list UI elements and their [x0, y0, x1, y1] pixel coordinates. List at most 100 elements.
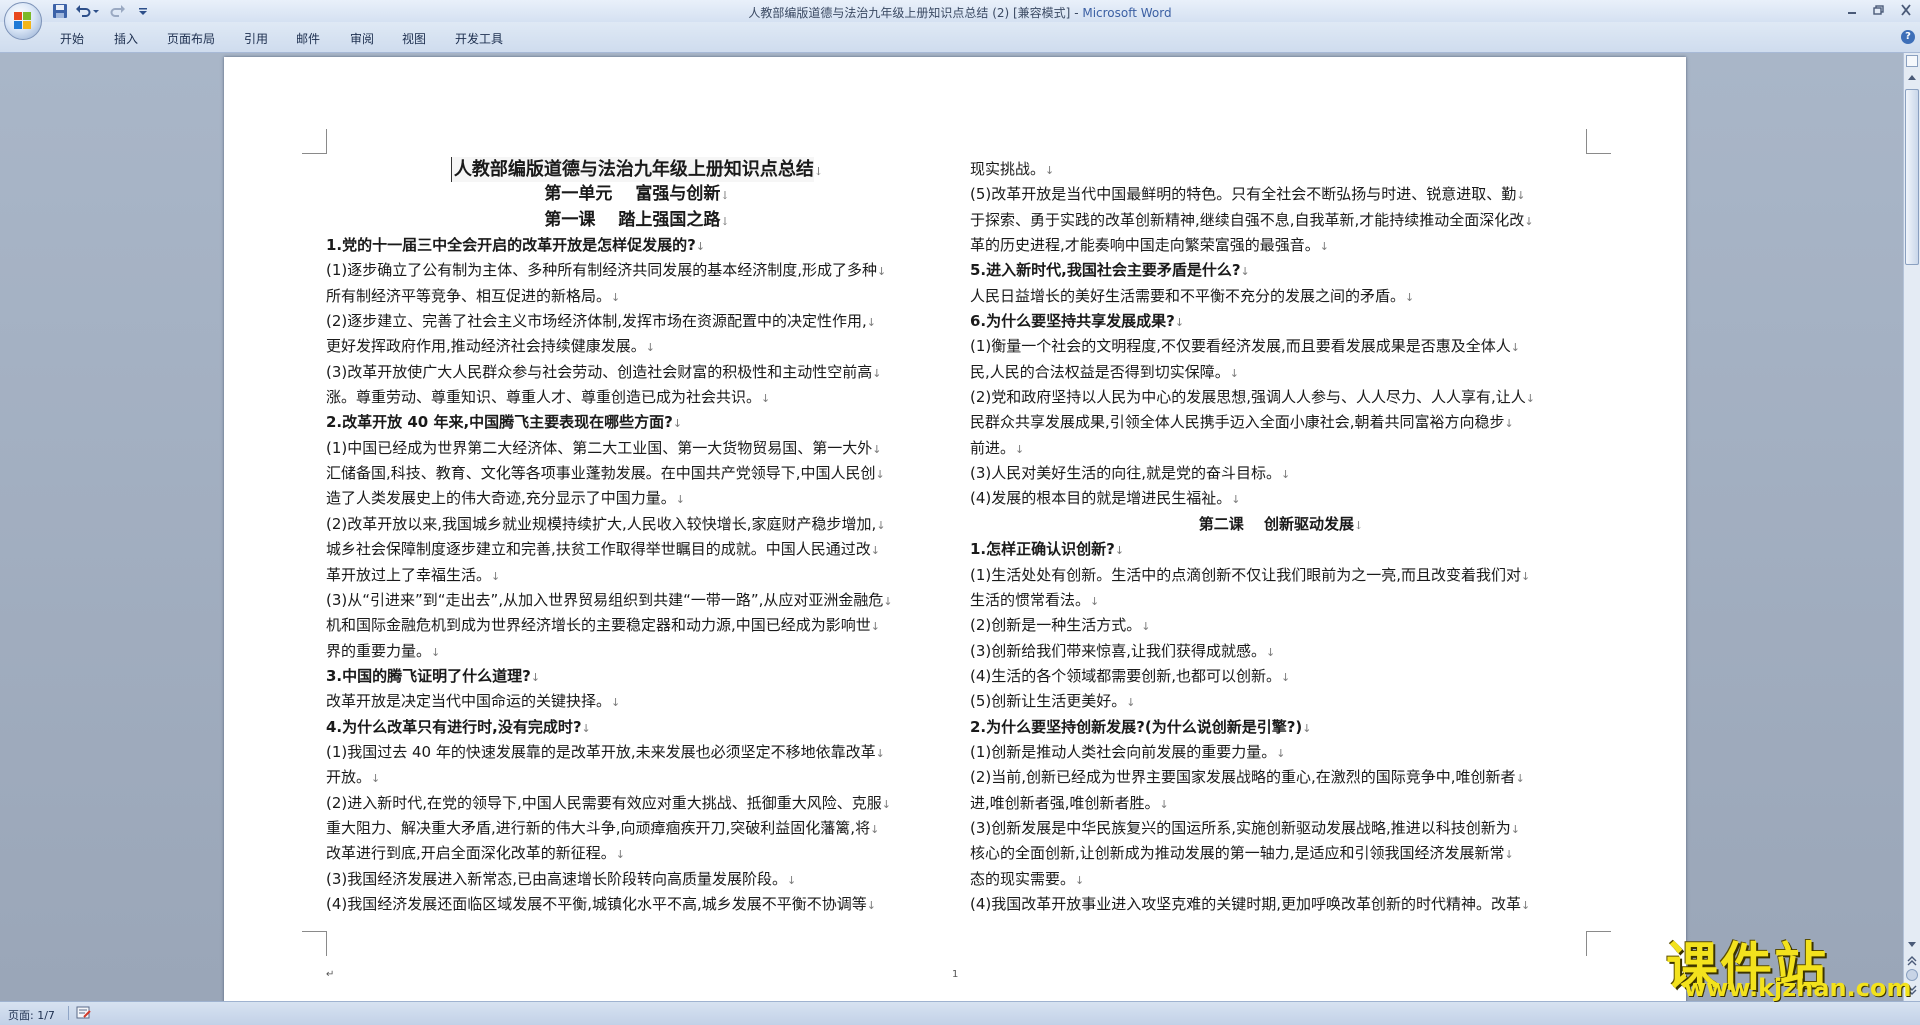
paragraph-mark: ↓: [870, 544, 880, 558]
line-text: (3)创新给我们带来惊喜,让我们获得成就感。: [970, 641, 1267, 660]
margin-corner-bottom-right: [1586, 931, 1611, 956]
question-heading: 5.进入新时代,我国社会主要矛盾是什么?↓: [970, 258, 1592, 283]
paragraph-mark: ↓: [1319, 240, 1329, 254]
line-text: (2)党和政府坚持以人民为中心的发展思想,强调人人参与、人人尽力、人人享有,让人: [970, 388, 1526, 407]
paragraph-mark: ↓: [431, 645, 441, 659]
line-text: 第二课 创新驱动发展: [1198, 514, 1354, 533]
lesson-heading-text: 第一课 踏上强国之路: [544, 209, 721, 230]
text-line: (1)创新是推动人类社会向前发展的重要力量。↓: [970, 740, 1592, 765]
help-icon[interactable]: ?: [1901, 30, 1915, 44]
line-text: 民群众共享发展成果,引领全体人民携手迈入全面小康社会,朝着共同富裕方向稳步: [970, 413, 1505, 432]
restore-button[interactable]: [1868, 2, 1890, 18]
line-text: 1.怎样正确认识创新?: [970, 540, 1115, 559]
line-text: (1)逐步确立了公有制为主体、多种所有制经济共同发展的基本经济制度,形成了多种: [326, 261, 878, 280]
text-column-left[interactable]: 人教部编版道德与法治九年级上册知识点总结↓ 第一单元 富强与创新↓ 第一课 踏上…: [326, 157, 948, 917]
site-watermark: 课件站 www.kjzhan.com: [1662, 925, 1920, 1003]
text-line: 于探索、勇于实践的改革创新精神,继续自强不息,自我革新,才能持续推动全面深化改↓: [970, 208, 1592, 233]
line-text: 于探索、勇于实践的改革创新精神,继续自强不息,自我革新,才能持续推动全面深化改: [970, 210, 1525, 229]
paragraph-mark: ↓: [1521, 569, 1531, 583]
page-count[interactable]: 页面: 1/7: [8, 1007, 55, 1023]
office-button[interactable]: [4, 2, 42, 40]
line-text: (4)我国改革开放事业进入攻坚克难的关键时期,更加呼唤改革创新的时代精神。改革: [970, 894, 1522, 913]
line-text: 态的现实需要。: [970, 869, 1076, 888]
paragraph-mark: ↓: [1229, 366, 1239, 380]
paragraph-mark: ↓: [1174, 316, 1185, 330]
text-line: (1)衡量一个社会的文明程度,不仅要看经济发展,而且要看发展成果是否惠及全体人↓: [970, 334, 1592, 359]
paragraph-mark: ↓: [1504, 848, 1514, 862]
margin-corner-top-left: [302, 129, 327, 154]
document-page[interactable]: 人教部编版道德与法治九年级上册知识点总结↓ 第一单元 富强与创新↓ 第一课 踏上…: [224, 57, 1686, 1001]
line-text: (2)改革开放以来,我国城乡就业规模持续扩大,人民收入较快增长,家庭财产稳步增加…: [326, 514, 877, 533]
text-line: (2)改革开放以来,我国城乡就业规模持续扩大,人民收入较快增长,家庭财产稳步增加…: [326, 512, 948, 537]
tab-review[interactable]: 审阅: [350, 30, 374, 47]
text-line: (2)创新是一种生活方式。↓: [970, 613, 1592, 638]
text-line: (4)我国改革开放事业进入攻坚克难的关键时期,更加呼唤改革创新的时代精神。改革↓: [970, 892, 1592, 917]
line-text: (1)生活处处有创新。生活中的点滴创新不仅让我们眼前为之一亮,而且改变着我们对: [970, 565, 1522, 584]
paragraph-mark: ↓: [1515, 772, 1525, 786]
text-line: (1)生活处处有创新。生活中的点滴创新不仅让我们眼前为之一亮,而且改变着我们对↓: [970, 563, 1592, 588]
text-column-right[interactable]: 现实挑战。↓ (5)改革开放是当代中国最鲜明的特色。只有全社会不断弘扬与时进、锐意…: [970, 157, 1592, 917]
paragraph-mark: ↓: [1075, 873, 1085, 887]
paragraph-mark: ↓: [1045, 164, 1055, 177]
text-line: (2)逐步建立、完善了社会主义市场经济体制,发挥市场在资源配置中的决定性作用,↓: [326, 309, 948, 334]
vertical-scrollbar[interactable]: [1903, 53, 1920, 1001]
tab-insert[interactable]: 插入: [114, 30, 138, 47]
line-text: (4)我国经济发展还面临区域发展不平衡,城镇化水平不高,城乡发展不平衡不协调等: [326, 894, 867, 913]
paragraph-mark: ↓: [1281, 468, 1291, 482]
line-text: (2)当前,创新已经成为世界主要国家发展战略的重心,在激烈的国际竞争中,唯创新者: [970, 768, 1516, 787]
paragraph-mark: ↓: [1521, 898, 1531, 912]
text-line: 生活的惯常看法。↓: [970, 588, 1592, 613]
paragraph-mark: ↓: [1302, 721, 1312, 735]
document-title[interactable]: 人教部编版道德与法治九年级上册知识点总结: [450, 157, 814, 183]
question-heading: 6.为什么要坚持共享发展成果?↓: [970, 309, 1592, 334]
document-workspace: 人教部编版道德与法治九年级上册知识点总结↓ 第一单元 富强与创新↓ 第一课 踏上…: [0, 53, 1903, 1001]
paragraph-mark: ↓: [675, 493, 685, 507]
line-text: 革开放过上了幸福生活。: [326, 565, 492, 584]
paragraph-mark: ↓: [1504, 417, 1514, 431]
tab-page-layout[interactable]: 页面布局: [167, 30, 215, 47]
line-text: (2)进入新时代,在党的领导下,中国人民需要有效应对重大挑战、抵御重大风险、克服: [326, 793, 882, 812]
paragraph-mark: ↓: [1281, 670, 1291, 684]
text-line: 人民日益增长的美好生活需要和不平衡不充分的发展之间的矛盾。↓: [970, 284, 1592, 309]
scroll-thumb[interactable]: [1905, 89, 1919, 265]
text-line: 核心的全面创新,让创新成为推动发展的第一轴力,是适应和引领我国经济发展新常↓: [970, 841, 1592, 866]
paragraph-mark: ↓: [813, 165, 824, 178]
paragraph-mark: ↓: [866, 316, 877, 330]
proofing-errors-icon[interactable]: [76, 1006, 92, 1020]
tab-references[interactable]: 引用: [244, 30, 268, 47]
line-text: (2)创新是一种生活方式。: [970, 616, 1142, 635]
close-button[interactable]: [1895, 2, 1917, 18]
view-ruler-icon[interactable]: [1906, 55, 1918, 67]
paragraph-mark: ↓: [872, 442, 882, 456]
paragraph-mark: ↓: [1525, 392, 1536, 406]
page-number: 1: [952, 969, 959, 980]
text-line: (3)改革开放使广大人民群众参与社会劳动、创造社会财富的积极性和主动性空前高↓: [326, 360, 948, 385]
text-line: 革的历史进程,才能奏响中国走向繁荣富强的最强音。↓: [970, 233, 1592, 258]
text-line: (1)我国过去 40 年的快速发展靠的是改革开放,未来发展也必须坚定不移地依靠改…: [326, 740, 948, 765]
question-heading: 2.为什么要坚持创新发展?(为什么说创新是引擎?)↓: [970, 715, 1592, 740]
paragraph-mark: ↓: [881, 797, 892, 811]
text-line: (1)中国已经成为世界第二大经济体、第二大工业国、第一大货物贸易国、第一大外↓: [326, 436, 948, 461]
tab-mailings[interactable]: 邮件: [296, 30, 320, 47]
tab-home[interactable]: 开始: [60, 30, 84, 47]
line-text: 开放。: [326, 768, 372, 787]
minimize-button[interactable]: [1841, 2, 1863, 18]
text-line: 造了人类发展史上的伟大奇迹,充分显示了中国力量。↓: [326, 486, 948, 511]
tab-view[interactable]: 视图: [402, 30, 426, 47]
line-text: 进,唯创新者强,唯创新者胜。: [970, 793, 1160, 812]
tab-developer[interactable]: 开发工具: [455, 30, 503, 47]
line-text: 1.党的十一届三中全会开启的改革开放是怎样促发展的?: [326, 236, 696, 255]
text-line: 界的重要力量。↓: [326, 639, 948, 664]
text-line: (2)党和政府坚持以人民为中心的发展思想,强调人人参与、人人尽力、人人享有,让人…: [970, 385, 1592, 410]
scroll-up-arrow-icon[interactable]: [1906, 71, 1918, 85]
question-heading: 4.为什么改革只有进行时,没有完成时?↓: [326, 715, 948, 740]
line-text: 涨。尊重劳动、尊重知识、尊重人才、尊重创造已成为社会共识。: [326, 388, 762, 407]
text-line: (4)发展的根本目的就是增进民生福祉。↓: [970, 486, 1592, 511]
paragraph-mark: ↓: [371, 772, 381, 786]
office-logo-icon: [14, 12, 32, 30]
paragraph-mark: ↓: [615, 848, 625, 862]
text-line: (4)生活的各个领域都需要创新,也都可以创新。↓: [970, 664, 1592, 689]
text-line: 改革开放是决定当代中国命运的关键抉择。↓: [326, 689, 948, 714]
paragraph-mark: ↓: [872, 366, 882, 380]
paragraph-mark: ↓: [1141, 620, 1151, 634]
